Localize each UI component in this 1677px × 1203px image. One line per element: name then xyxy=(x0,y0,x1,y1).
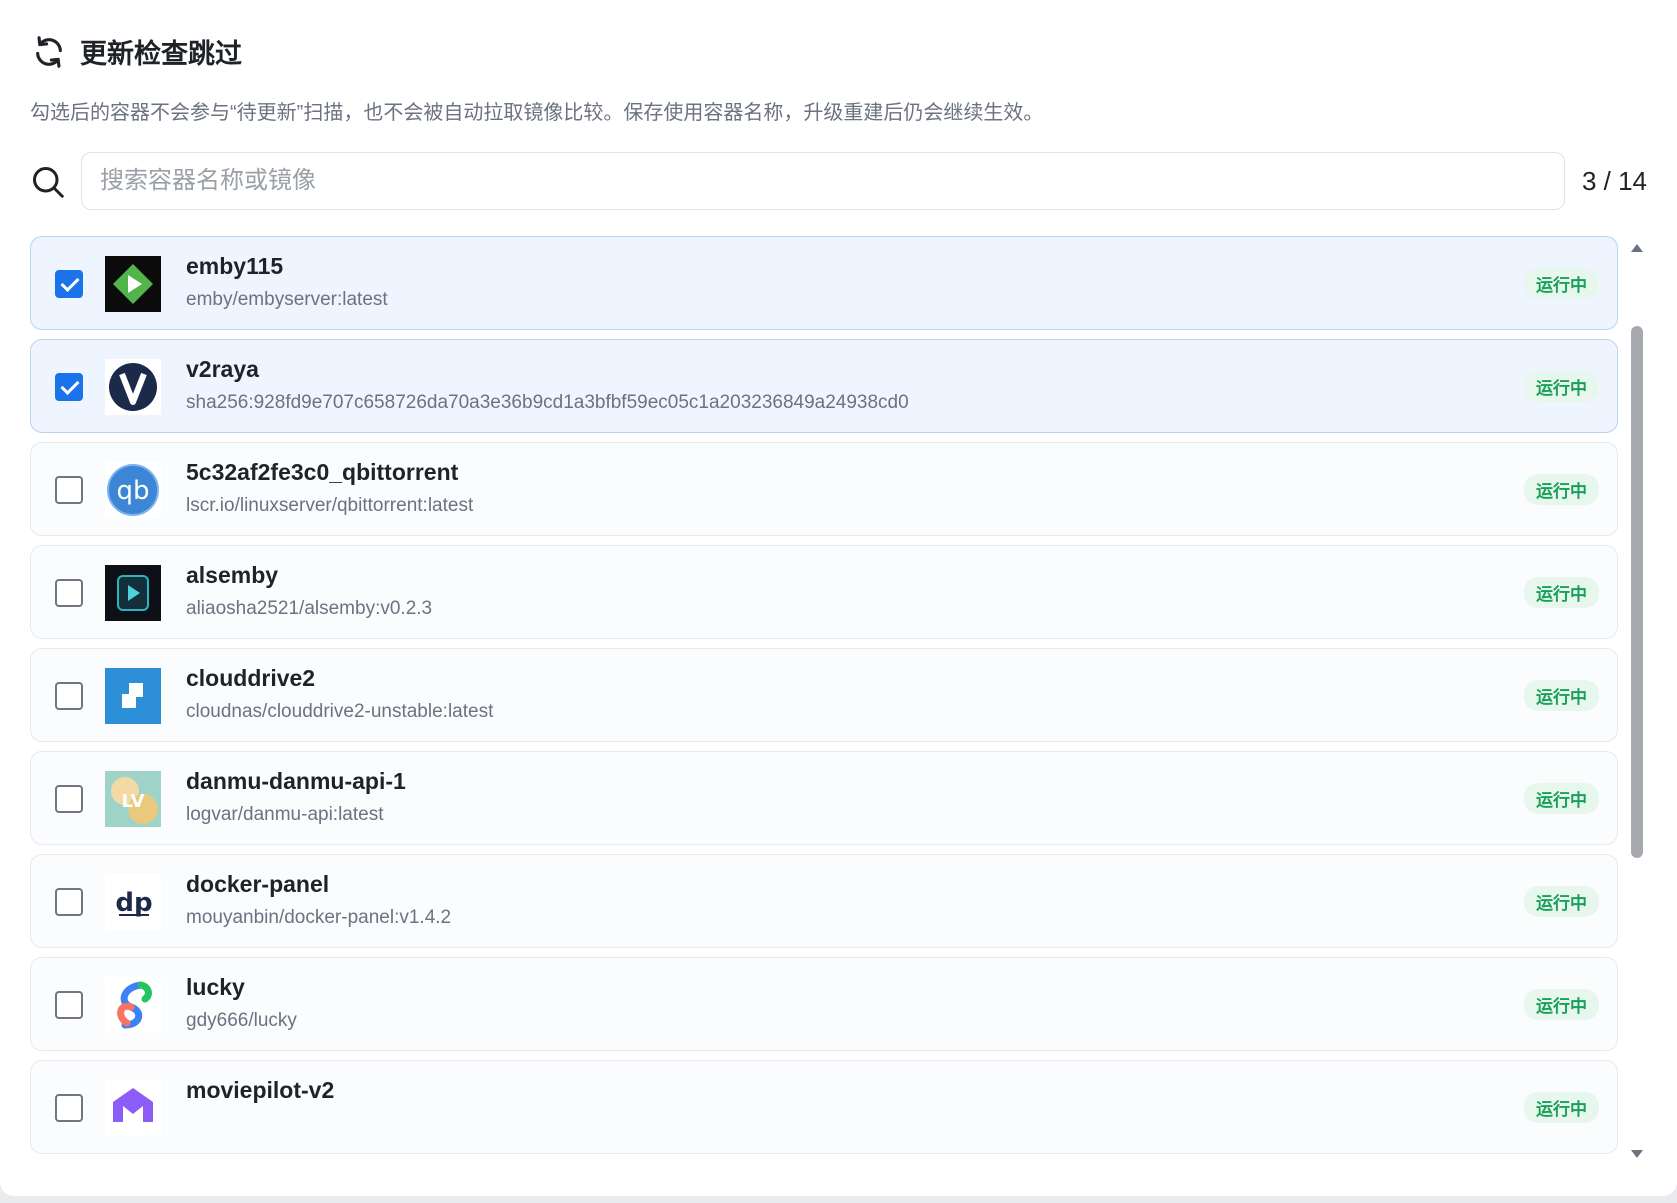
search-input[interactable] xyxy=(81,152,1565,210)
container-row[interactable]: qb 5c32af2fe3c0_qbittorrent lscr.io/linuxs… xyxy=(30,442,1618,536)
selection-count: 3 / 14 xyxy=(1581,166,1647,196)
status-badge: 运行中 xyxy=(1524,783,1599,814)
clouddrive2-logo xyxy=(105,668,161,724)
container-checkbox[interactable] xyxy=(55,785,83,813)
container-row[interactable]: clouddrive2 cloudnas/clouddrive2-unstable… xyxy=(30,648,1618,742)
lucky-logo xyxy=(105,977,161,1033)
container-image: cloudnas/clouddrive2-unstable:latest xyxy=(186,701,494,722)
container-name: alsemby xyxy=(186,562,279,588)
status-badge: 运行中 xyxy=(1524,680,1599,711)
emby-logo xyxy=(105,256,161,312)
container-checkbox[interactable] xyxy=(55,888,83,916)
container-image: logvar/danmu-api:latest xyxy=(186,804,384,825)
status-badge: 运行中 xyxy=(1524,886,1599,917)
search-row: 3 / 14 xyxy=(30,152,1647,212)
status-badge: 运行中 xyxy=(1524,268,1599,299)
skip-update-panel: 更新检查跳过 勾选后的容器不会参与“待更新”扫描，也不会被自动拉取镜像比较。保存… xyxy=(0,0,1677,1196)
container-list[interactable]: emby115 emby/embyserver:latest 运行中 v2raya sh… xyxy=(30,236,1620,1166)
container-checkbox[interactable] xyxy=(55,991,83,1019)
container-row[interactable]: LV danmu-danmu-api-1 logvar/danmu-api:late… xyxy=(30,751,1618,845)
container-row[interactable]: v2raya sha256:928fd9e707c658726da70a3e36b… xyxy=(30,339,1618,433)
scrollbar-thumb[interactable] xyxy=(1631,326,1643,858)
container-row[interactable]: emby115 emby/embyserver:latest 运行中 xyxy=(30,236,1618,330)
container-checkbox[interactable] xyxy=(55,682,83,710)
page-title: 更新检查跳过 xyxy=(80,39,242,69)
svg-text:LV: LV xyxy=(122,791,145,812)
svg-text:dp: dp xyxy=(115,888,152,918)
moviepilot-logo xyxy=(105,1080,161,1136)
qbittorrent-logo: qb xyxy=(105,462,161,518)
v2raya-logo xyxy=(105,359,161,415)
status-badge: 运行中 xyxy=(1524,474,1599,505)
container-image: lscr.io/linuxserver/qbittorrent:latest xyxy=(186,495,474,516)
svg-text:qb: qb xyxy=(116,476,149,506)
panel-header: 更新检查跳过 xyxy=(32,32,242,71)
refresh-icon xyxy=(36,35,62,68)
container-name: docker-panel xyxy=(186,871,330,897)
container-name: lucky xyxy=(186,974,245,1000)
alsemby-logo xyxy=(105,565,161,621)
scroll-up-arrow[interactable] xyxy=(1631,244,1643,252)
container-name: danmu-danmu-api-1 xyxy=(186,768,406,794)
container-name: moviepilot-v2 xyxy=(186,1077,335,1103)
container-image: mouyanbin/docker-panel:v1.4.2 xyxy=(186,907,452,928)
scroll-down-arrow[interactable] xyxy=(1631,1150,1643,1158)
scrollbar[interactable] xyxy=(1626,236,1648,1166)
container-image: aliaosha2521/alsemby:v0.2.3 xyxy=(186,598,433,619)
container-name: 5c32af2fe3c0_qbittorrent xyxy=(186,459,459,485)
container-name: clouddrive2 xyxy=(186,665,316,691)
docker-panel-logo: dp xyxy=(105,874,161,930)
container-row[interactable]: dp docker-panel mouyanbin/docker-panel:v1.… xyxy=(30,854,1618,948)
container-checkbox[interactable] xyxy=(55,1094,83,1122)
container-row[interactable]: lucky gdy666/lucky 运行中 xyxy=(30,957,1618,1051)
container-checkbox[interactable] xyxy=(55,476,83,504)
danmu-logo: LV xyxy=(105,771,161,827)
status-badge: 运行中 xyxy=(1524,1092,1599,1123)
panel-description: 勾选后的容器不会参与“待更新”扫描，也不会被自动拉取镜像比较。保存使用容器名称，… xyxy=(30,102,1044,124)
container-row[interactable]: moviepilot-v2 运行中 xyxy=(30,1060,1618,1154)
status-badge: 运行中 xyxy=(1524,989,1599,1020)
container-name: v2raya xyxy=(186,356,259,382)
status-badge: 运行中 xyxy=(1524,577,1599,608)
container-checkbox[interactable] xyxy=(55,270,83,298)
container-name: emby115 xyxy=(186,253,284,279)
container-image: sha256:928fd9e707c658726da70a3e36b9cd1a3… xyxy=(186,392,909,413)
container-checkbox[interactable] xyxy=(55,373,83,401)
container-image: gdy666/lucky xyxy=(186,1010,297,1031)
status-badge: 运行中 xyxy=(1524,371,1599,402)
search-icon xyxy=(33,167,64,198)
container-image: emby/embyserver:latest xyxy=(186,289,388,310)
container-checkbox[interactable] xyxy=(55,579,83,607)
container-row[interactable]: alsemby aliaosha2521/alsemby:v0.2.3 运行中 xyxy=(30,545,1618,639)
